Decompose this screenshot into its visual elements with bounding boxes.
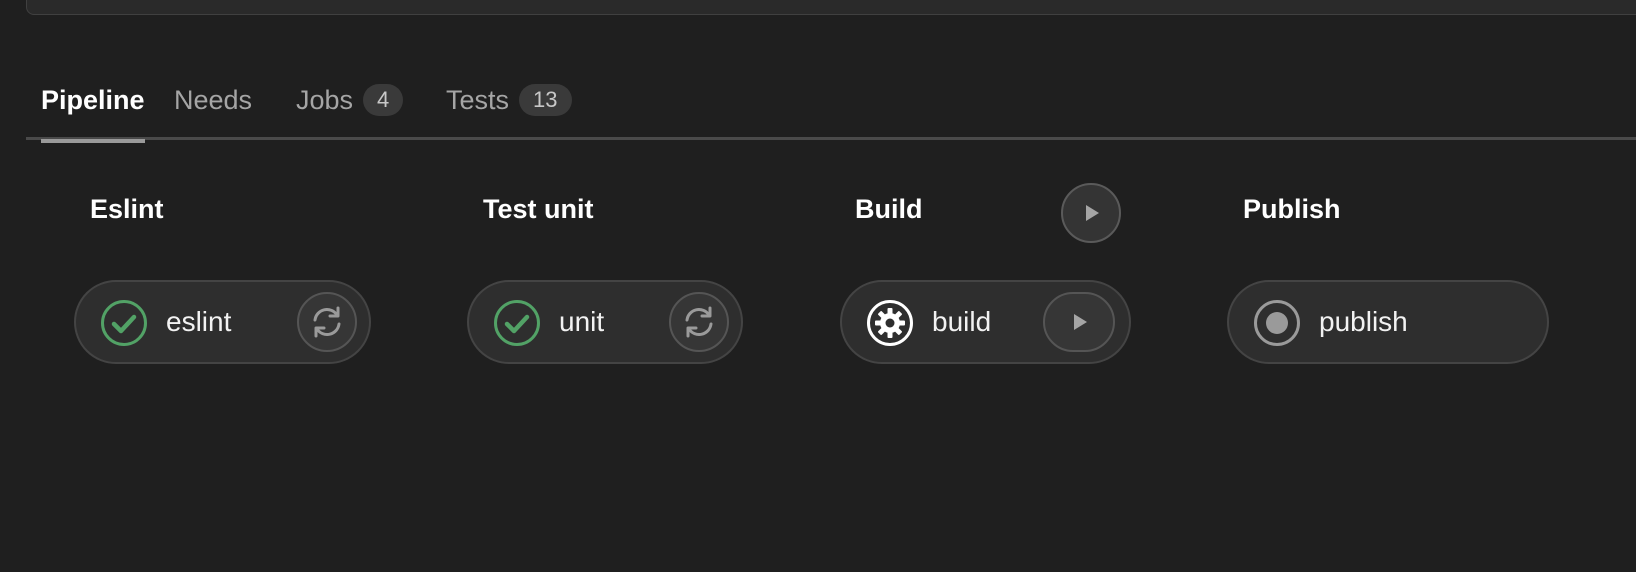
build-stage-play-button[interactable] bbox=[1061, 183, 1121, 243]
jobs-count-badge: 4 bbox=[363, 84, 404, 116]
tests-count-badge: 13 bbox=[519, 84, 572, 116]
retry-icon bbox=[313, 306, 341, 338]
job-unit[interactable]: unit bbox=[467, 280, 743, 364]
tab-needs[interactable]: Needs bbox=[174, 60, 252, 140]
stage-title-test-unit: Test unit bbox=[483, 194, 594, 224]
job-build[interactable]: build bbox=[840, 280, 1131, 364]
retry-eslint-button[interactable] bbox=[297, 292, 357, 352]
tab-tests-label: Tests bbox=[446, 84, 510, 115]
job-name-build: build bbox=[932, 306, 992, 337]
status-created-icon bbox=[1254, 300, 1300, 346]
top-panel bbox=[26, 0, 1636, 15]
play-icon bbox=[1086, 205, 1099, 221]
retry-icon bbox=[685, 306, 713, 338]
tab-jobs-label: Jobs bbox=[296, 84, 354, 115]
tab-jobs[interactable]: Jobs 4 bbox=[296, 60, 404, 140]
job-name-publish: publish bbox=[1319, 306, 1408, 337]
job-name-eslint: eslint bbox=[166, 306, 232, 337]
stage-title-build: Build bbox=[855, 194, 923, 224]
tab-pipeline[interactable]: Pipeline bbox=[41, 60, 145, 143]
check-circle-icon bbox=[101, 300, 147, 346]
stage-title-publish: Publish bbox=[1243, 194, 1341, 224]
play-icon bbox=[1074, 314, 1087, 330]
pipeline-tabs: Pipeline Needs Jobs 4 Tests 13 bbox=[26, 60, 1636, 143]
play-build-button[interactable] bbox=[1043, 292, 1115, 352]
check-circle-icon bbox=[494, 300, 540, 346]
job-name-unit: unit bbox=[559, 306, 605, 337]
tab-tests[interactable]: Tests 13 bbox=[446, 60, 572, 140]
tab-needs-label: Needs bbox=[174, 84, 253, 115]
tab-pipeline-label: Pipeline bbox=[41, 84, 145, 115]
stage-title-eslint: Eslint bbox=[90, 194, 164, 224]
job-eslint[interactable]: eslint bbox=[74, 280, 371, 364]
job-publish[interactable]: publish bbox=[1227, 280, 1549, 364]
retry-unit-button[interactable] bbox=[669, 292, 729, 352]
gear-icon bbox=[867, 300, 913, 346]
